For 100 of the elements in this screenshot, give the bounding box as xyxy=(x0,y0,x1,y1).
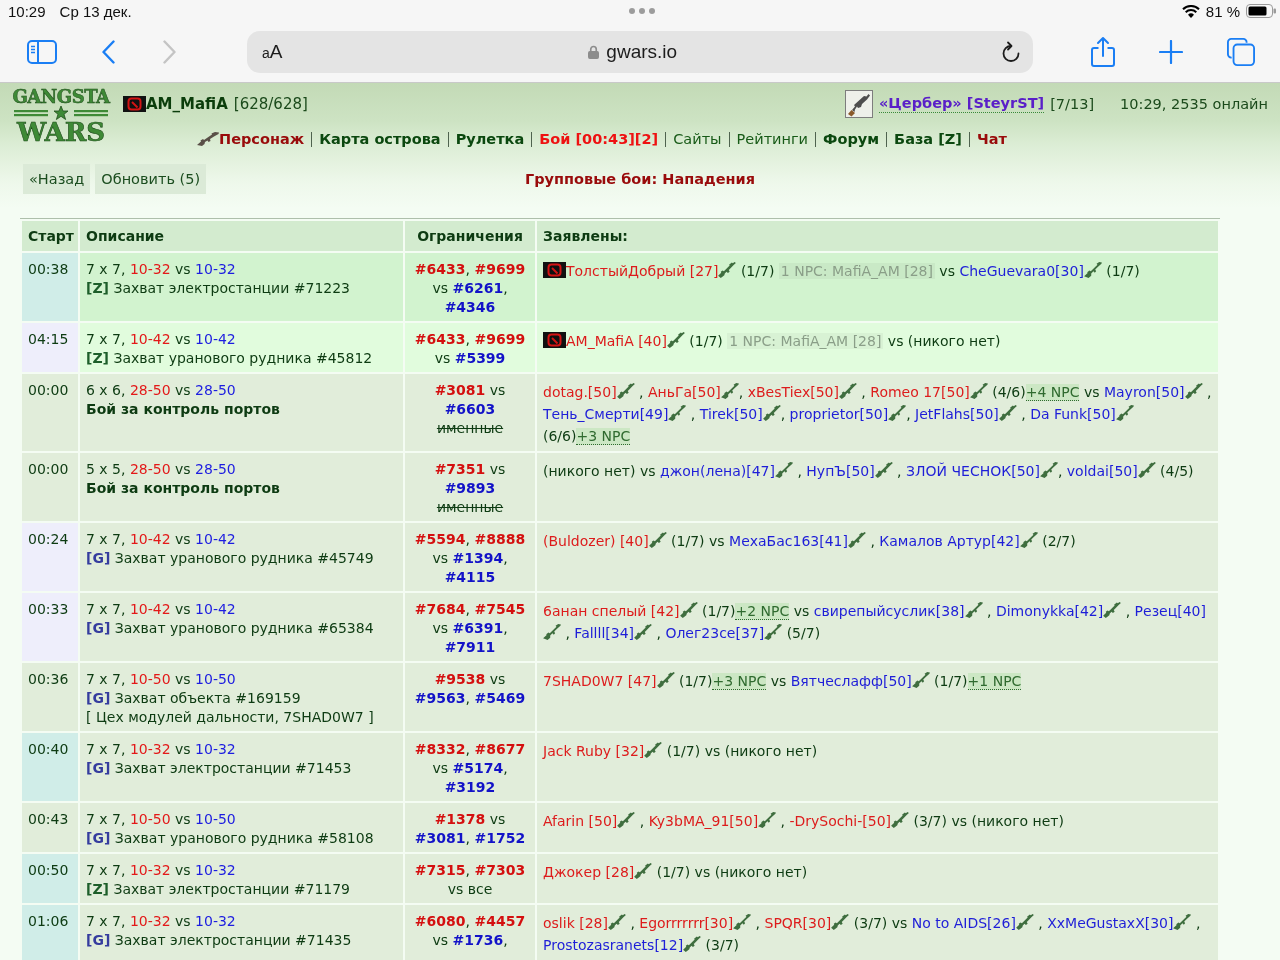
tabs-icon[interactable] xyxy=(1227,38,1255,66)
rifle-icon xyxy=(758,812,777,828)
page-title: Групповые бои: Нападения xyxy=(524,171,756,187)
player-link[interactable]: Romeo 17[50] xyxy=(870,384,970,400)
column-header: Описание xyxy=(80,221,403,251)
entrants-text: 6анан спелый [42] (1/7)+2 NPC vs свирепыйсуслик[38] , Dimonykka[42] , Резец[40] , Fallll[34] , Олег23се[37] (5/7) xyxy=(543,601,1207,643)
player-link[interactable]: Fallll[34] xyxy=(574,625,634,641)
rifle-icon xyxy=(634,863,653,879)
team-format-text: 7 x 7, 10-32 vs 10-32 xyxy=(86,912,237,931)
npc-count[interactable]: +4 NPC xyxy=(1025,384,1080,401)
tag-link[interactable]: [Z] xyxy=(86,350,109,366)
player-link[interactable]: No to AIDS[26] xyxy=(911,915,1016,931)
tag-link[interactable]: [G] xyxy=(86,932,111,948)
player-link[interactable]: xBesTiex[50] xyxy=(747,384,839,400)
nav-link[interactable]: Сайты xyxy=(673,131,722,147)
column-header: Ограничения xyxy=(405,221,535,251)
player-link[interactable]: Камалов Артур[42] xyxy=(879,533,1020,549)
sidebar-icon[interactable] xyxy=(27,40,57,64)
entrants-text: (никого нет) vs джон(лена)[47] , НупЪ[50] , ЗЛОЙ ЧЕСНОК[50] , voldai[50] (4/5) xyxy=(543,461,1195,481)
player-link[interactable]: Mayron[50] xyxy=(1103,384,1185,400)
npc-count[interactable]: +3 NPC xyxy=(712,673,767,690)
nav-link[interactable]: Карта острова xyxy=(319,131,441,147)
player-link[interactable]: Ky3bMA_91[50] xyxy=(648,813,759,829)
battle-objective: [Z] Захват электростанции #71223 xyxy=(86,279,351,298)
player-link[interactable]: Тень_Смерти[49] xyxy=(543,406,669,422)
nav-link[interactable]: Персонаж xyxy=(219,131,305,147)
player-link[interactable]: AM_MafiA [40] xyxy=(566,333,667,349)
player-link[interactable]: АньГа[50] xyxy=(647,384,721,400)
player-name-link[interactable]: AM_MafiA xyxy=(146,95,228,113)
battery-percent: 81 % xyxy=(1205,2,1240,20)
start-time-cell: 00:38 xyxy=(22,253,78,321)
rifle-icon xyxy=(1019,532,1038,548)
player-link[interactable]: Egorrrrrrr[30] xyxy=(639,915,734,931)
limits-text: #7315, #7303 vs все xyxy=(413,861,527,899)
plus-icon[interactable] xyxy=(1159,40,1183,64)
health-text: [628/628] xyxy=(233,95,308,113)
player-link[interactable]: dotag.[50] xyxy=(543,384,617,400)
npc-count[interactable]: +1 NPC xyxy=(967,673,1022,690)
nav-link[interactable]: Чат xyxy=(976,131,1007,147)
battle-objective: [G] Захват уранового рудника #58108 xyxy=(86,829,375,848)
nav-link[interactable]: Бой [00:43][2] xyxy=(539,131,659,147)
player-link[interactable]: Резец[40] xyxy=(1134,603,1206,619)
limits-note: именные xyxy=(435,419,505,438)
player-link[interactable]: Tirek[50] xyxy=(699,406,763,422)
rifle-icon xyxy=(1173,914,1192,930)
tag-link[interactable]: [G] xyxy=(86,760,111,776)
toolbar-button[interactable]: «Назад xyxy=(23,164,91,194)
player-link[interactable]: CheGuevara0[30] xyxy=(959,263,1084,279)
rifle-icon xyxy=(874,462,893,478)
rifle-icon xyxy=(733,914,752,930)
player-link[interactable]: voldai[50] xyxy=(1066,463,1138,479)
weapon-link[interactable]: «Цербер» [SteyrST] xyxy=(879,95,1045,113)
npc-count[interactable]: +3 NPC xyxy=(576,428,631,445)
player-link[interactable]: Вятчеслафф[50] xyxy=(790,673,912,689)
share-icon[interactable] xyxy=(1090,36,1116,68)
player-link[interactable]: джон(лена)[47] xyxy=(660,463,775,479)
npc-count[interactable]: +2 NPC xyxy=(735,603,790,620)
player-link[interactable]: НупЪ[50] xyxy=(806,463,875,479)
player-link[interactable]: SPQR[30] xyxy=(764,915,832,931)
player-link[interactable]: proprietor[50] xyxy=(789,406,889,422)
player-link[interactable]: 6анан спелый [42] xyxy=(543,603,680,619)
toolbar-button[interactable]: Обновить (5) xyxy=(95,164,207,194)
player-link[interactable]: ТолстыйДобрый [27] xyxy=(566,263,719,279)
player-link[interactable]: Afarin [50] xyxy=(543,813,618,829)
nav-link[interactable]: Рулетка xyxy=(455,131,525,147)
player-link[interactable]: Prostozasranets[12] xyxy=(543,937,684,953)
nav-link[interactable]: База [Z] xyxy=(894,131,962,147)
player-link[interactable]: 7SHAD0W7 [47] xyxy=(543,673,657,689)
player-link[interactable]: ЗЛОЙ ЧЕСНОК[50] xyxy=(906,463,1040,479)
nav-link[interactable]: Рейтинги xyxy=(736,131,809,147)
player-link[interactable]: -DrySochi-[50] xyxy=(789,813,892,829)
tag-link[interactable]: [G] xyxy=(86,830,111,846)
rifle-icon xyxy=(1137,462,1156,478)
tag-link[interactable]: [G] xyxy=(86,550,111,566)
back-icon[interactable] xyxy=(102,40,115,64)
player-link[interactable]: Dimonykka[42] xyxy=(995,603,1104,619)
player-link[interactable]: Джокер [28] xyxy=(543,864,635,880)
reload-icon[interactable] xyxy=(1001,41,1021,63)
battle-objective: [G] Захват объекта #169159 xyxy=(86,689,302,708)
nav-link[interactable]: Форум xyxy=(823,131,880,147)
player-link[interactable]: Jack Ruby [32] xyxy=(543,743,645,759)
tag-link[interactable]: [Z] xyxy=(86,280,109,296)
multitask-dots-icon[interactable] xyxy=(629,8,655,14)
address-bar[interactable]: aA gwars.io xyxy=(247,31,1033,73)
tag-link[interactable]: [Z] xyxy=(86,881,109,897)
rifle-icon[interactable] xyxy=(845,90,873,118)
rifle-icon xyxy=(679,602,698,618)
player-link[interactable]: Олег23се[37] xyxy=(665,625,765,641)
player-link[interactable]: oslik [28] xyxy=(543,915,608,931)
player-link[interactable]: JetFlahs[50] xyxy=(915,406,999,422)
limits-text: #7351 vs #9893 xyxy=(433,460,507,498)
player-link[interactable]: XxMeGustaxX[30] xyxy=(1047,915,1174,931)
player-link[interactable]: МехаБас163[41] xyxy=(729,533,848,549)
player-link[interactable]: Da Funk[50] xyxy=(1030,406,1116,422)
rifle-icon xyxy=(1015,914,1034,930)
tag-link[interactable]: [G] xyxy=(86,620,111,636)
tag-link[interactable]: [G] xyxy=(86,690,111,706)
player-link[interactable]: (Buldozer) [40] xyxy=(543,533,649,549)
player-link[interactable]: свирепыйсуслик[38] xyxy=(813,603,965,619)
text-size-button[interactable]: aA xyxy=(262,41,283,63)
